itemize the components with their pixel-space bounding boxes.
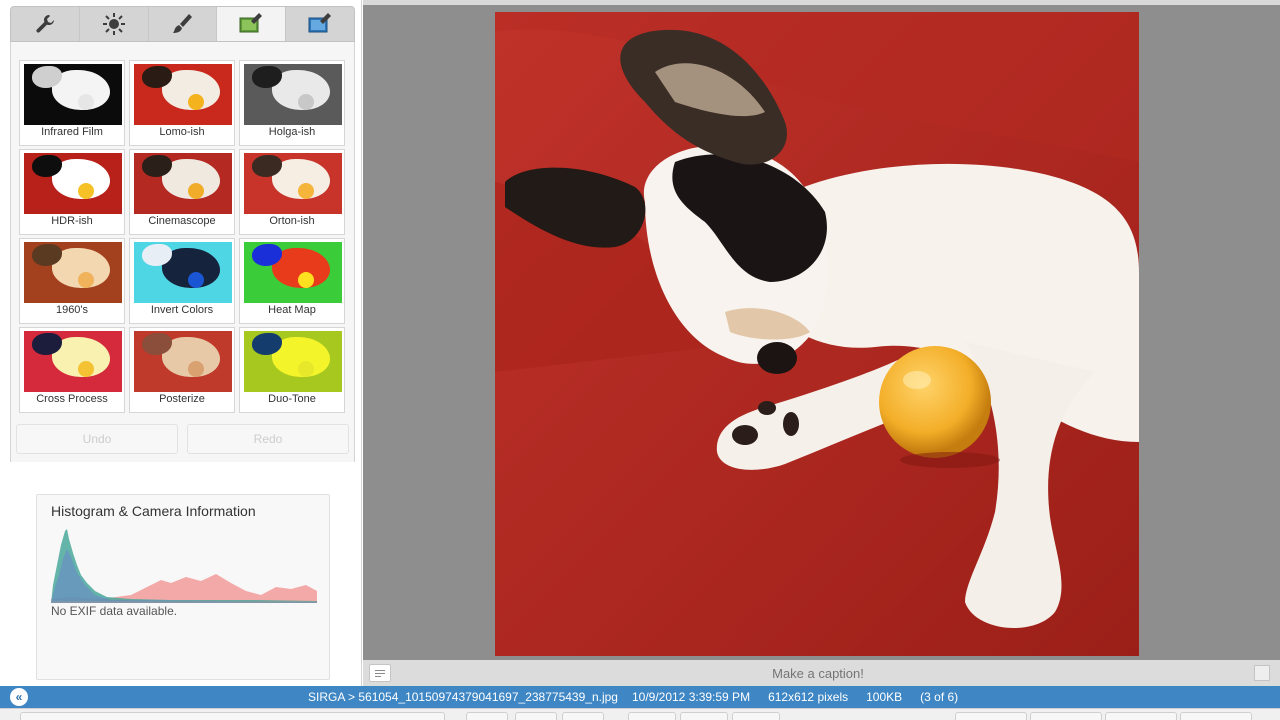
effect-label: Cinemascope	[148, 215, 216, 227]
tab-effects-2[interactable]	[217, 7, 287, 41]
bottom-tool-button[interactable]	[466, 712, 508, 720]
thumbnail-ball	[78, 94, 94, 110]
status-info: SIRGA > 561054_10150974379041697_2387754…	[308, 690, 976, 704]
histogram-panel: Histogram & Camera Information No EXIF d…	[36, 494, 330, 680]
effect-thumbnail	[244, 331, 342, 392]
thumbnail-ball	[78, 361, 94, 377]
thumbnail-ball	[188, 94, 204, 110]
thumbnail-ball	[78, 183, 94, 199]
file-size: 100KB	[866, 690, 903, 704]
effect-label: Lomo-ish	[159, 126, 205, 138]
effect-thumbnail	[244, 153, 342, 214]
effect-label: Duo-Tone	[268, 393, 316, 405]
effect-label: HDR-ish	[51, 215, 93, 227]
bottom-tool-button[interactable]	[732, 712, 780, 720]
thumbnail-ball	[298, 94, 314, 110]
effect-tile[interactable]: Cinemascope	[129, 149, 235, 235]
bottom-tool-button[interactable]	[515, 712, 557, 720]
thumbnail-ball	[78, 272, 94, 288]
caption-input[interactable]	[393, 662, 1243, 684]
bottom-tool-button[interactable]	[1030, 712, 1102, 720]
histogram-title: Histogram & Camera Information	[51, 503, 256, 519]
bottom-tool-button[interactable]	[562, 712, 604, 720]
effect-tile[interactable]: Orton-ish	[239, 149, 345, 235]
effect-tile[interactable]: Lomo-ish	[129, 60, 235, 146]
tab-effects-3[interactable]	[286, 7, 354, 41]
effect-tile[interactable]: Holga-ish	[239, 60, 345, 146]
effect-thumbnail	[24, 242, 122, 303]
trash-icon[interactable]	[1254, 665, 1270, 681]
wrench-icon	[36, 14, 54, 33]
effect-label: Cross Process	[36, 393, 108, 405]
thumbnail-ball	[298, 183, 314, 199]
photo-brush-icon	[308, 13, 332, 33]
undo-button[interactable]: Undo	[16, 424, 178, 454]
exif-status: No EXIF data available.	[51, 604, 178, 618]
effect-thumbnail	[134, 331, 232, 392]
brush-icon	[173, 14, 193, 33]
bottom-tool-button[interactable]	[1105, 712, 1177, 720]
thumbnail-ball	[298, 361, 314, 377]
thumbnail-ball	[188, 183, 204, 199]
effect-label: 1960's	[55, 304, 89, 316]
effect-thumbnail	[134, 64, 232, 125]
effect-thumbnail	[134, 153, 232, 214]
image-dimensions: 612x612 pixels	[768, 690, 849, 704]
film-brush-icon	[239, 13, 263, 33]
effect-tile[interactable]: Duo-Tone	[239, 327, 345, 413]
tab-basic-fixes[interactable]	[11, 7, 80, 41]
redo-button[interactable]: Redo	[187, 424, 349, 454]
effect-thumbnail	[24, 331, 122, 392]
effect-tile[interactable]: Cross Process	[19, 327, 125, 413]
collapse-panel-button[interactable]: «	[10, 688, 28, 706]
thumbnail-ball	[298, 272, 314, 288]
effect-tile[interactable]: Invert Colors	[129, 238, 235, 324]
main-photo[interactable]	[495, 12, 1139, 656]
effect-label: Heat Map	[268, 304, 316, 316]
edit-panel: Infrared Film Lomo-ish Holga-ish HDR-ish Cin…	[0, 0, 362, 686]
effects-grid: Infrared Film Lomo-ish Holga-ish HDR-ish Cin…	[19, 60, 347, 413]
effect-label: Infrared Film	[41, 126, 103, 138]
caption-bar	[363, 660, 1280, 686]
thumbnail-ball	[188, 361, 204, 377]
photo-viewer	[363, 0, 1280, 686]
effect-label: Invert Colors	[150, 304, 214, 316]
bottom-tool-button[interactable]	[955, 712, 1027, 720]
effect-thumbnail	[244, 64, 342, 125]
effect-thumbnail	[134, 242, 232, 303]
bottom-tool-button[interactable]	[1180, 712, 1252, 720]
file-date: 10/9/2012 3:39:59 PM	[631, 690, 751, 704]
bottom-toolbar	[0, 708, 1280, 720]
bottom-tool-button[interactable]	[628, 712, 676, 720]
effect-tile[interactable]: 1960's	[19, 238, 125, 324]
effect-tile[interactable]: HDR-ish	[19, 149, 125, 235]
caption-toggle-icon[interactable]	[369, 664, 391, 682]
status-bar: « SIRGA > 561054_10150974379041697_23877…	[0, 686, 1280, 708]
effect-label: Posterize	[159, 393, 205, 405]
dog-photo-illustration	[495, 12, 1139, 656]
effect-thumbnail	[244, 242, 342, 303]
tab-tuning[interactable]	[80, 7, 149, 41]
histogram-chart	[51, 529, 317, 603]
effect-label: Holga-ish	[268, 126, 316, 138]
tool-tabs	[10, 6, 355, 42]
bottom-tool-button[interactable]	[20, 712, 445, 720]
effects-area: Infrared Film Lomo-ish Holga-ish HDR-ish Cin…	[10, 42, 355, 462]
bottom-tool-button[interactable]	[680, 712, 728, 720]
sun-icon	[102, 13, 125, 35]
file-path: SIRGA > 561054_10150974379041697_2387754…	[308, 690, 618, 704]
effect-tile[interactable]: Heat Map	[239, 238, 345, 324]
effect-tile[interactable]: Infrared Film	[19, 60, 125, 146]
effect-thumbnail	[24, 153, 122, 214]
image-position: (3 of 6)	[920, 690, 959, 704]
picasa-edit-window: Infrared Film Lomo-ish Holga-ish HDR-ish Cin…	[0, 0, 1280, 720]
effect-label: Orton-ish	[269, 215, 315, 227]
thumbnail-ball	[188, 272, 204, 288]
viewer-top-strip	[363, 0, 1280, 5]
tab-effects[interactable]	[149, 7, 218, 41]
effect-thumbnail	[24, 64, 122, 125]
effect-tile[interactable]: Posterize	[129, 327, 235, 413]
